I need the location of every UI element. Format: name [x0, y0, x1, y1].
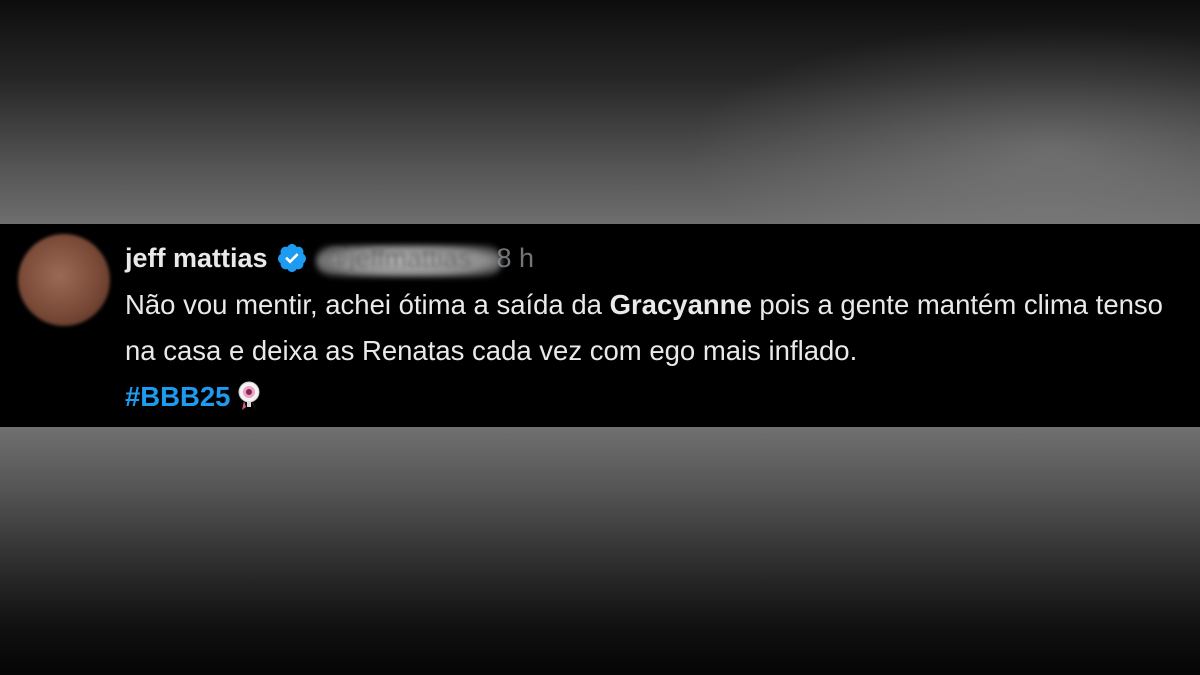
- tweet-header: jeff mattias @jeffmattias · 8 h: [125, 238, 534, 278]
- author-name[interactable]: jeff mattias: [125, 243, 268, 274]
- hashtag-link[interactable]: #BBB25: [125, 381, 230, 412]
- tweet-text-part1: Não vou mentir, achei ótima a saída da: [125, 289, 610, 320]
- mention-name: Gracyanne: [609, 289, 752, 320]
- author-handle[interactable]: @jeffmattias: [315, 243, 502, 277]
- background-top: [0, 0, 1200, 224]
- avatar[interactable]: [18, 234, 110, 326]
- timestamp[interactable]: 8 h: [497, 243, 535, 274]
- tweet-card[interactable]: jeff mattias @jeffmattias · 8 h Não vou …: [0, 224, 1200, 427]
- verified-badge-icon: [277, 244, 306, 272]
- bbb-mascot-emoji-icon: [238, 381, 260, 410]
- background-bottom: [0, 427, 1200, 675]
- tweet-text: Não vou mentir, achei ótima a saída da G…: [125, 282, 1197, 420]
